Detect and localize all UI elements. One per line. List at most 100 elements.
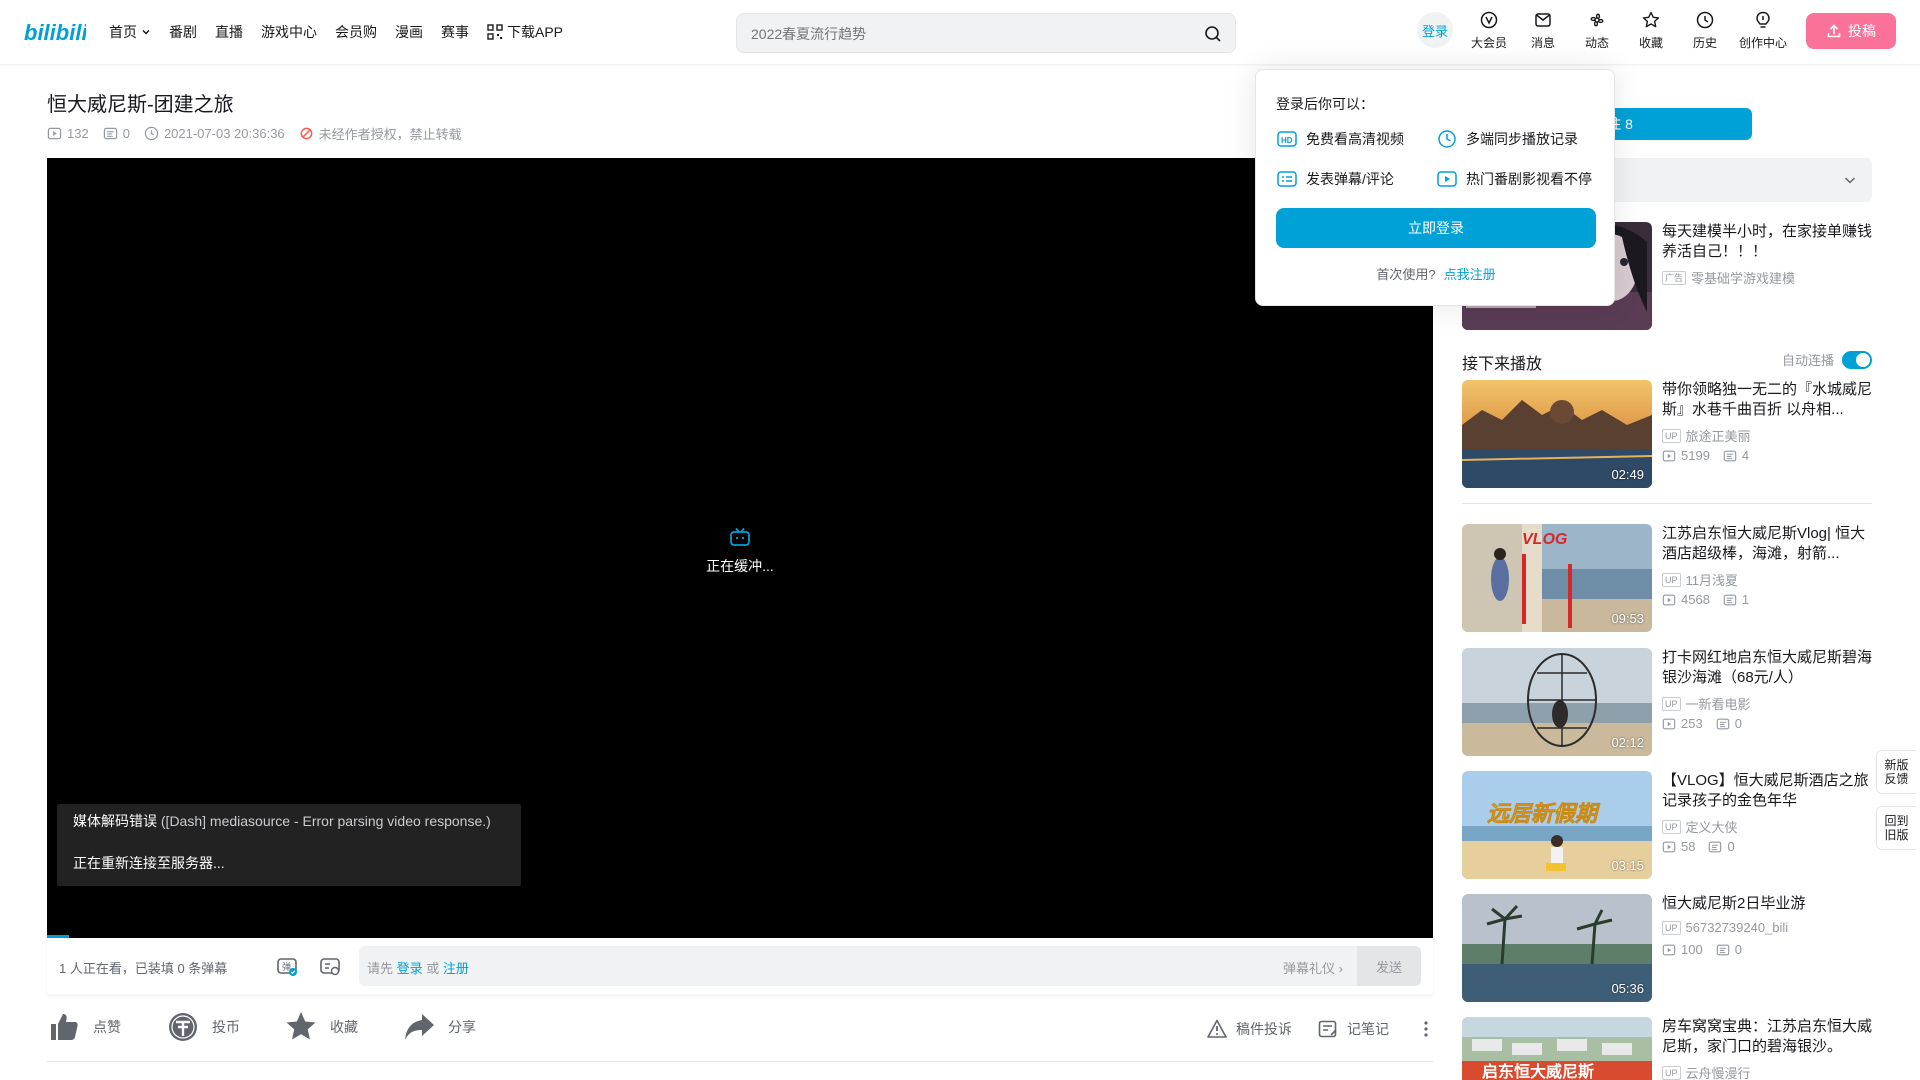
coin-button[interactable]: 投币 bbox=[166, 1010, 240, 1044]
video-title-link[interactable]: 带你领略独一无二的『水城威尼斯』水巷千曲百折 以舟相... bbox=[1662, 380, 1872, 420]
uploader[interactable]: UP 11月浅夏 bbox=[1662, 570, 1738, 589]
coin-icon bbox=[169, 1013, 197, 1041]
recommend-card[interactable]: 02:12 打卡网红地启东恒大威尼斯碧海银沙海滩（68元/人） UP 一新看电影… bbox=[1462, 648, 1872, 756]
popup-register-link[interactable]: 点我注册 bbox=[1444, 267, 1496, 282]
view-count-value: 132 bbox=[67, 126, 89, 141]
popup-login-button[interactable]: 立即登录 bbox=[1276, 208, 1596, 248]
uploader[interactable]: UP 云舟慢漫行 bbox=[1662, 1063, 1751, 1080]
nav-game-center[interactable]: 游戏中心 bbox=[261, 22, 317, 42]
view-count: 132 bbox=[47, 126, 89, 141]
uploader[interactable]: UP 56732739240_bili bbox=[1662, 920, 1788, 935]
entry-message[interactable]: 消息 bbox=[1519, 10, 1567, 56]
danmaku-toggle-icon[interactable]: 弹 bbox=[275, 954, 299, 978]
entry-dynamic[interactable]: 动态 bbox=[1573, 10, 1621, 56]
history-icon bbox=[1696, 11, 1714, 29]
video-stats: 5199 4 bbox=[1662, 448, 1749, 463]
share-button[interactable]: 分享 bbox=[402, 1010, 476, 1044]
recommend-card[interactable]: 远居新假期 03:15 【VLOG】恒大威尼斯酒店之旅 记录孩子的金色年华 UP… bbox=[1462, 771, 1872, 879]
danmaku-register-link[interactable]: 注册 bbox=[443, 961, 469, 976]
new-version-feedback-button[interactable]: 新版反馈 bbox=[1876, 750, 1916, 794]
danmaku-count-icon bbox=[1709, 841, 1722, 852]
tv-icon bbox=[730, 527, 750, 546]
message-icon bbox=[1535, 13, 1551, 27]
nav-download-app[interactable]: 下载APP bbox=[487, 22, 563, 42]
danmaku-count-icon bbox=[103, 127, 117, 140]
nav-home[interactable]: 首页 bbox=[109, 22, 151, 42]
buffering-text: 正在缓冲... bbox=[706, 558, 774, 574]
placeholder-prefix: 请先 bbox=[367, 961, 394, 976]
video-duration: 02:12 bbox=[1611, 735, 1644, 750]
chevron-right-icon: › bbox=[1338, 961, 1343, 976]
report-button[interactable]: 稿件投诉 bbox=[1206, 1018, 1292, 1040]
video-stats: 253 0 bbox=[1662, 716, 1742, 731]
entry-creator[interactable]: 创作中心 bbox=[1735, 10, 1791, 56]
send-label: 发送 bbox=[1375, 959, 1402, 975]
recommend-card[interactable]: 启东恒大威尼斯 房车窝窝宝典：江苏启东恒大威尼斯，家门口的碧海银沙。 UP 云舟… bbox=[1462, 1017, 1872, 1080]
next-up-divider bbox=[1462, 503, 1872, 504]
video-thumbnail: 启东恒大威尼斯 bbox=[1462, 1017, 1652, 1080]
nav-esports[interactable]: 赛事 bbox=[441, 22, 469, 42]
nav-anime[interactable]: 番剧 bbox=[169, 22, 197, 42]
feedback-label: 新版反馈 bbox=[1884, 758, 1909, 786]
ad-title[interactable]: 每天建模半小时，在家接单赚钱养活自己！！！ bbox=[1662, 222, 1872, 262]
more-vertical-icon bbox=[1424, 1021, 1428, 1037]
video-title-link[interactable]: 房车窝窝宝典：江苏启东恒大威尼斯，家门口的碧海银沙。 bbox=[1662, 1017, 1872, 1057]
pubdate-value: 2021-07-03 20:36:36 bbox=[163, 126, 285, 141]
bilibili-logo[interactable]: bilibili bbox=[24, 18, 86, 46]
video-title-link[interactable]: 恒大威尼斯2日毕业游 bbox=[1662, 894, 1872, 914]
like-button[interactable]: 点赞 bbox=[47, 1010, 121, 1044]
favorite-button[interactable]: 收藏 bbox=[284, 1010, 358, 1044]
video-toolbar: 点赞 投币 收藏 分享 稿件投诉 记笔记 bbox=[47, 1010, 1433, 1058]
search-input[interactable] bbox=[751, 24, 1181, 44]
danmaku-count-icon bbox=[1716, 944, 1729, 955]
entry-favorite[interactable]: 收藏 bbox=[1627, 10, 1675, 56]
entry-history[interactable]: 历史 bbox=[1681, 10, 1729, 56]
uploader[interactable]: UP 旅途正美丽 bbox=[1662, 426, 1751, 445]
perk-label: 发表弹幕/评论 bbox=[1306, 171, 1394, 187]
video-title-link[interactable]: 打卡网红地启东恒大威尼斯碧海银沙海滩（68元/人） bbox=[1662, 648, 1872, 688]
video-player[interactable]: 正在缓冲... 媒体解码错误 ([Dash] mediasource - Err… bbox=[47, 158, 1433, 938]
chevron-down-icon bbox=[1844, 177, 1856, 184]
etiquette-label: 弹幕礼仪 bbox=[1283, 961, 1336, 976]
video-title-link[interactable]: 江苏启东恒大威尼斯Vlog| 恒大酒店超级棒，海滩，射箭... bbox=[1662, 524, 1872, 564]
more-button[interactable] bbox=[1415, 1018, 1437, 1040]
danmaku-count-icon bbox=[1716, 718, 1729, 729]
rv-resort-thumbnail: 启东恒大威尼斯 bbox=[1462, 1017, 1652, 1080]
svg-text:bilibili: bilibili bbox=[24, 20, 86, 45]
danmaku-login-link[interactable]: 登录 bbox=[397, 961, 423, 976]
play-count-icon bbox=[1662, 594, 1676, 605]
uploader-name: 56732739240_bili bbox=[1685, 920, 1789, 935]
recommend-card[interactable]: 02:49 带你领略独一无二的『水城威尼斯』水巷千曲百折 以舟相... UP 旅… bbox=[1462, 380, 1872, 488]
perk-hd: HD 免费看高清视频 bbox=[1276, 128, 1404, 150]
danmaku-etiquette-link[interactable]: 弹幕礼仪 › bbox=[1283, 958, 1343, 977]
uploader[interactable]: UP 一新看电影 bbox=[1662, 694, 1751, 713]
perk-sync: 多端同步播放记录 bbox=[1436, 128, 1578, 150]
back-to-old-version-button[interactable]: 回到旧版 bbox=[1876, 806, 1916, 850]
login-avatar-button[interactable]: 登录 bbox=[1417, 12, 1453, 48]
autoplay-toggle[interactable] bbox=[1842, 350, 1872, 369]
nav-manga[interactable]: 漫画 bbox=[395, 22, 423, 42]
search-icon[interactable] bbox=[1203, 24, 1223, 44]
popup-login-label: 立即登录 bbox=[1408, 220, 1464, 236]
nav-live[interactable]: 直播 bbox=[215, 22, 243, 42]
recommend-card[interactable]: 05:36 恒大威尼斯2日毕业游 UP 56732739240_bili 100… bbox=[1462, 894, 1872, 1002]
video-stats: 100 0 bbox=[1662, 942, 1742, 957]
favorite-label: 收藏 bbox=[330, 1019, 358, 1035]
perk-label: 免费看高清视频 bbox=[1306, 131, 1404, 147]
upload-button[interactable]: 投稿 bbox=[1806, 13, 1896, 49]
video-title-link[interactable]: 【VLOG】恒大威尼斯酒店之旅 记录孩子的金色年华 bbox=[1662, 771, 1872, 811]
nav-game-label: 游戏中心 bbox=[261, 24, 317, 40]
video-duration: 05:36 bbox=[1611, 981, 1644, 996]
uploader[interactable]: UP 定义大侠 bbox=[1662, 817, 1738, 836]
send-button[interactable]: 发送 bbox=[1357, 946, 1421, 986]
danmaku-input[interactable]: 请先 登录 或 注册 弹幕礼仪 › 发送 bbox=[359, 946, 1421, 986]
notes-button[interactable]: 记笔记 bbox=[1317, 1018, 1389, 1040]
play-count-icon bbox=[1662, 944, 1676, 955]
danmaku-settings-icon[interactable] bbox=[318, 954, 342, 978]
perk-label: 多端同步播放记录 bbox=[1466, 131, 1578, 147]
autoplay-switch[interactable]: 自动连播 bbox=[1782, 350, 1872, 369]
recommend-card[interactable]: VLOG 09:53 江苏启东恒大威尼斯Vlog| 恒大酒店超级棒，海滩，射箭.… bbox=[1462, 524, 1872, 632]
upload-icon bbox=[1827, 24, 1841, 38]
nav-mall[interactable]: 会员购 bbox=[335, 22, 377, 42]
entry-vip[interactable]: 大会员 bbox=[1465, 10, 1513, 56]
